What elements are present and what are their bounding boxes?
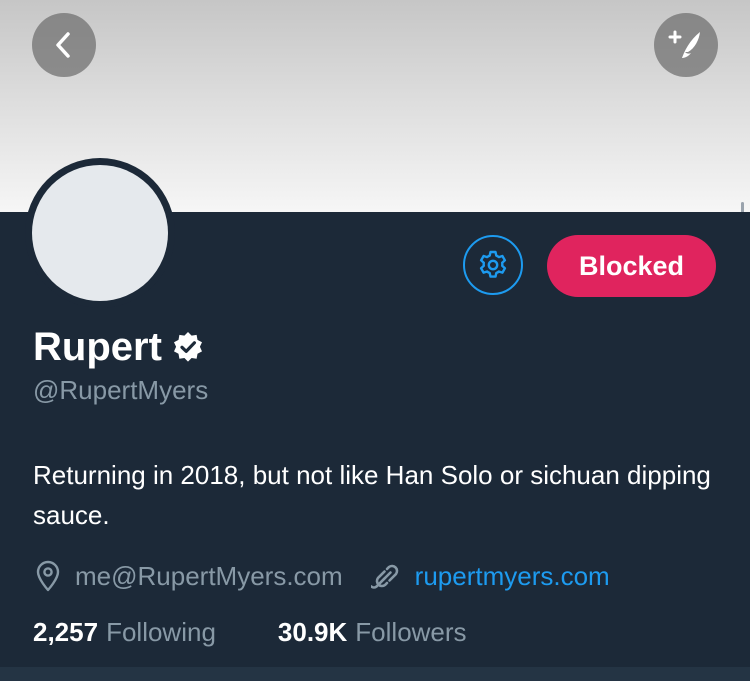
location-pin-icon xyxy=(33,559,63,593)
website-item[interactable]: rupertmyers.com xyxy=(370,560,610,592)
profile-name: Rupert xyxy=(33,325,162,369)
profile-stats: 2,257 Following 30.9K Followers xyxy=(33,612,467,652)
compose-tweet-icon xyxy=(668,30,700,61)
following-count: 2,257 xyxy=(33,616,99,647)
section-divider xyxy=(0,667,750,681)
followers-stat[interactable]: 30.9K Followers xyxy=(278,617,467,648)
link-icon xyxy=(370,560,403,592)
verified-badge-icon xyxy=(172,331,204,363)
profile-bio: Returning in 2018, but not like Han Solo… xyxy=(33,460,711,530)
back-button[interactable] xyxy=(32,13,96,77)
location-item: me@RupertMyers.com xyxy=(33,559,343,593)
profile-handle: @RupertMyers xyxy=(33,375,209,405)
following-stat[interactable]: 2,257 Following xyxy=(33,617,216,648)
profile-meta: me@RupertMyers.com rupertmyers.com xyxy=(33,556,610,596)
gear-icon xyxy=(479,250,507,278)
blocked-button[interactable]: Blocked xyxy=(547,235,716,297)
profile-location-text: me@RupertMyers.com xyxy=(75,560,343,591)
profile-website-link[interactable]: rupertmyers.com xyxy=(415,561,610,592)
avatar[interactable] xyxy=(32,165,168,301)
followers-label: Followers xyxy=(355,616,467,647)
profile-settings-button[interactable] xyxy=(463,235,523,295)
compose-tweet-button[interactable] xyxy=(654,13,718,77)
chevron-left-icon xyxy=(56,32,70,58)
following-label: Following xyxy=(106,616,216,647)
followers-count: 30.9K xyxy=(277,616,348,647)
profile-name-row: Rupert xyxy=(33,323,204,371)
